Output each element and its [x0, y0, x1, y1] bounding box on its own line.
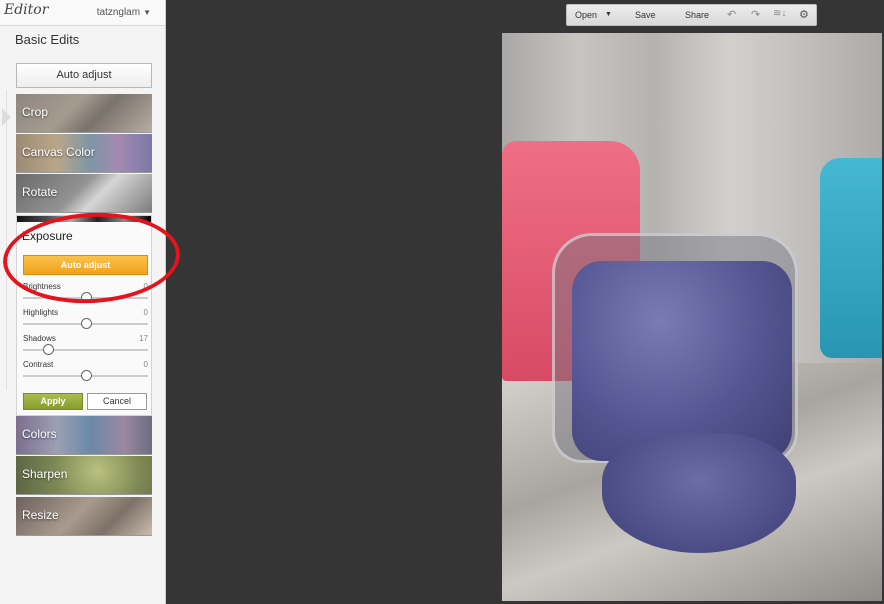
slider-label: Brightness	[23, 282, 61, 291]
exposure-auto-adjust-button[interactable]: Auto adjust	[23, 255, 148, 275]
tool-sharpen[interactable]: Sharpen	[16, 456, 152, 495]
cancel-button[interactable]: Cancel	[87, 393, 147, 410]
section-title: Basic Edits	[15, 32, 80, 47]
slider-thumb[interactable]	[80, 318, 92, 329]
slider-value: 0	[143, 360, 148, 369]
history-icon[interactable]: ≋↓	[773, 8, 786, 19]
save-button[interactable]: Save	[635, 10, 656, 20]
apply-button[interactable]: Apply	[23, 393, 83, 410]
sidebar: Editor tatznglam ▼ Basic Edits Auto adjus…	[0, 0, 166, 604]
tool-label: Colors	[22, 427, 57, 441]
chevron-down-icon: ▼	[143, 8, 151, 17]
redo-icon[interactable]: ↷	[751, 8, 760, 21]
tool-label: Canvas Color	[22, 145, 95, 159]
highlights-slider-row: Highlights 0	[23, 308, 148, 332]
share-button[interactable]: Share	[685, 10, 709, 20]
photo-blue-jar	[820, 158, 882, 358]
tool-label: Rotate	[22, 185, 58, 199]
auto-adjust-button[interactable]: Auto adjust	[16, 63, 152, 88]
slider-value: 0	[143, 282, 148, 291]
pointer-arrow-icon	[2, 108, 11, 126]
top-toolbar: Open ▼ Save Share ↶ ↷ ≋↓ ⚙	[566, 4, 817, 26]
sidebar-header: Editor tatznglam ▼	[0, 0, 165, 26]
tool-label: Sharpen	[22, 467, 68, 481]
brightness-slider-row: Brightness 0	[23, 282, 148, 306]
tool-label: Crop	[22, 105, 49, 119]
tool-colors[interactable]: Colors	[16, 416, 152, 455]
slider-label: Highlights	[23, 308, 59, 317]
open-dropdown-icon[interactable]: ▼	[605, 11, 612, 18]
photo-slime-spill	[602, 433, 796, 553]
slider-thumb[interactable]	[80, 292, 92, 303]
slider-value: 17	[139, 334, 148, 343]
tool-crop[interactable]: Crop	[16, 94, 152, 133]
slider-value: 0	[143, 308, 148, 317]
shadows-slider-row: Shadows 17	[23, 334, 148, 358]
slider-track[interactable]	[23, 349, 148, 351]
tool-resize[interactable]: Resize	[16, 497, 152, 536]
slider-thumb[interactable]	[80, 370, 92, 381]
slider-label: Contrast	[23, 360, 54, 369]
tool-rotate[interactable]: Rotate	[16, 174, 152, 213]
photo-purple-slime	[572, 261, 792, 461]
exposure-title: Exposure	[22, 229, 73, 243]
open-button[interactable]: Open	[575, 10, 597, 20]
divider	[6, 90, 7, 390]
username: tatznglam	[96, 7, 141, 18]
exposure-panel: Exposure Auto adjust Brightness 0 Highli…	[16, 215, 152, 416]
tool-label: Resize	[22, 508, 59, 522]
user-menu[interactable]: tatznglam ▼	[97, 7, 151, 18]
tool-canvas-color[interactable]: Canvas Color	[16, 134, 152, 173]
gear-icon[interactable]: ⚙	[799, 8, 809, 21]
editor-logo: Editor	[4, 2, 49, 18]
contrast-slider-row: Contrast 0	[23, 360, 148, 384]
exposure-thumbnail-strip	[17, 216, 151, 222]
slider-thumb[interactable]	[43, 344, 54, 355]
photo-canvas[interactable]	[502, 33, 882, 601]
slider-label: Shadows	[23, 334, 56, 343]
undo-icon[interactable]: ↶	[727, 8, 736, 21]
